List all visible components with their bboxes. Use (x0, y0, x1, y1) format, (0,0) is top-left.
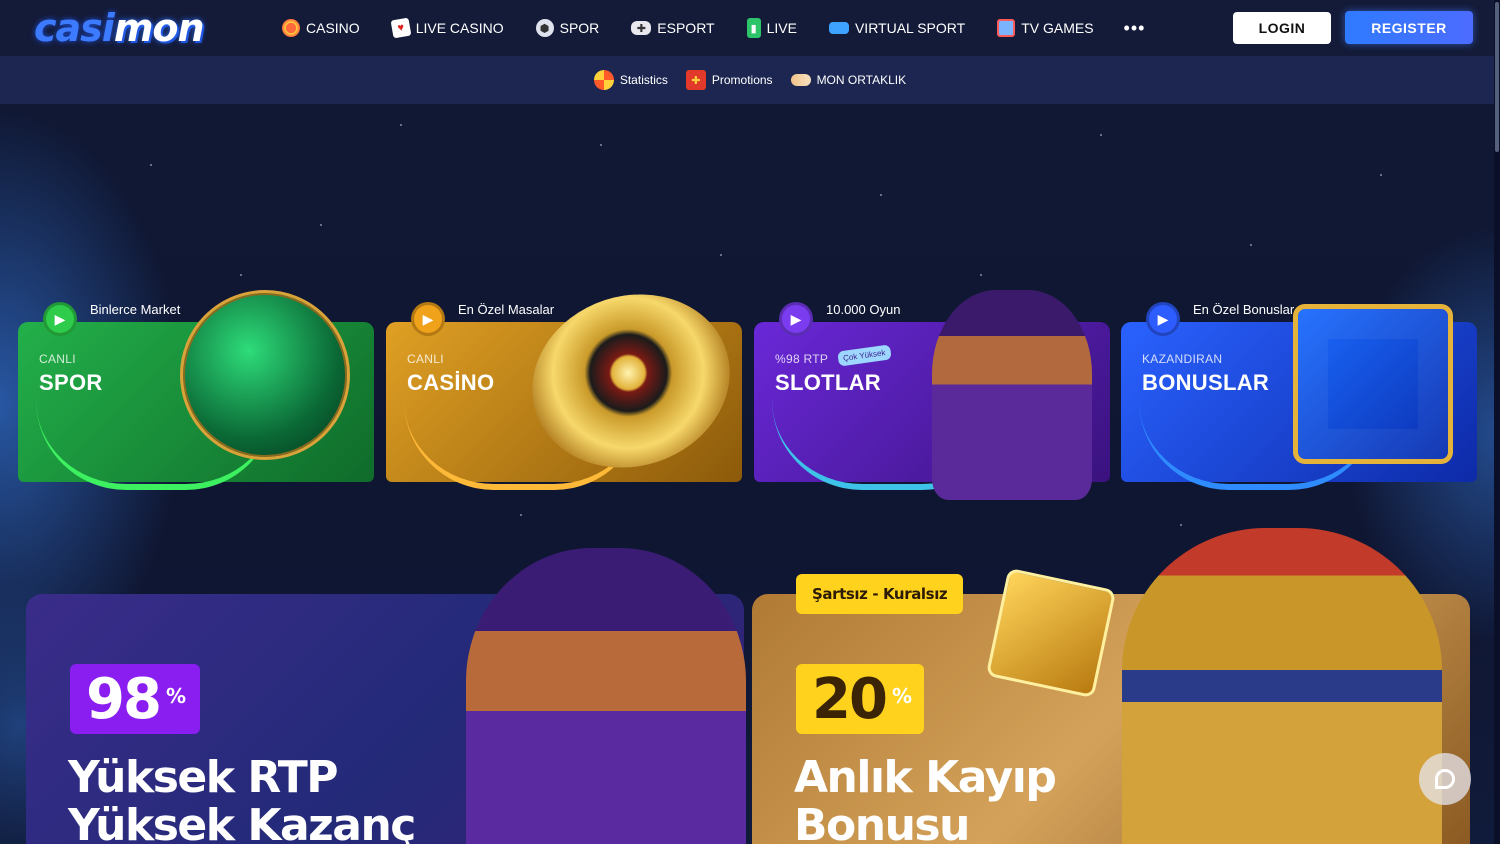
play-icon: ▶ (779, 302, 813, 336)
card-canli-spor[interactable]: ▶ Binlerce Market CANLI SPOR (18, 290, 374, 500)
cards-icon: ♥ (390, 17, 412, 39)
card-slotlar[interactable]: ▶ 10.000 Oyun %98 RTP Çok Yüksek SLOTLAR (754, 290, 1110, 500)
percent-sign: % (891, 684, 912, 708)
nav-virtual-sport[interactable]: VIRTUAL SPORT (828, 20, 965, 36)
casimon-logo[interactable]: casimon (34, 6, 205, 50)
promo-headline: Anlık Kayıp Bonusu (794, 752, 1057, 844)
bonus-percent-value: 20 (812, 666, 888, 732)
card-subtitle: KAZANDIRAN (1142, 352, 1223, 366)
card-canli-casino[interactable]: ▶ En Özel Masalar CANLI CASİNO (386, 269, 753, 500)
promo-rtp-banner[interactable]: 98 % Yüksek RTP Yüksek Kazanç (26, 548, 746, 844)
card-tagline: En Özel Bonuslar (1193, 302, 1295, 317)
pirate-art (932, 290, 1092, 500)
nav-esport[interactable]: ✚ ESPORT (631, 20, 715, 36)
top-navbar: casimon CASINO ♥ LIVE CASINO ⬢ SPOR ✚ ES… (0, 0, 1500, 56)
card-title: CASİNO (407, 370, 495, 395)
nav-casino[interactable]: CASINO (282, 19, 360, 37)
subnav-promotions[interactable]: ✚ Promotions (685, 70, 773, 90)
promo-headline: Yüksek RTP Yüksek Kazanç (68, 752, 416, 844)
percent-sign: % (165, 684, 186, 708)
promo-loss-bonus-banner[interactable]: Şartsız - Kuralsız 20 % Anlık Kayıp Bonu… (752, 528, 1470, 844)
nav-live[interactable]: ▮ LIVE (746, 18, 797, 38)
login-button[interactable]: LOGIN (1233, 12, 1331, 44)
chat-bubble-icon (1435, 769, 1455, 789)
bonus-percent-box: 20 % (796, 664, 924, 734)
sub-navbar: Statistics ✚ Promotions MON ORTAKLIK (0, 56, 1500, 104)
ticket-icon: ▮ (746, 18, 761, 38)
rtp-percent-value: 98 (86, 666, 162, 732)
card-tagline: En Özel Masalar (458, 302, 555, 317)
gamepad-icon: ✚ (631, 21, 652, 35)
nav-live-casino[interactable]: ♥ LIVE CASINO (390, 17, 504, 39)
play-icon: ▶ (43, 302, 77, 336)
nav-tv-games[interactable]: TV GAMES (997, 19, 1094, 37)
main-nav: CASINO ♥ LIVE CASINO ⬢ SPOR ✚ ESPORT ▮ L… (282, 0, 1145, 56)
subnav-mon-ortaklik[interactable]: MON ORTAKLIK (790, 73, 906, 87)
gift-icon: ✚ (685, 70, 706, 90)
soccer-ball-icon: ⬢ (535, 19, 554, 37)
play-icon: ▶ (411, 302, 445, 336)
scrollbar-thumb[interactable] (1495, 2, 1499, 152)
subnav-statistics[interactable]: Statistics (593, 70, 668, 90)
unconditional-chip: Şartsız - Kuralsız (796, 574, 964, 614)
tv-icon (997, 19, 1016, 37)
gift-box-art (1293, 304, 1453, 464)
card-tagline: Binlerce Market (90, 302, 181, 317)
vr-headset-icon (828, 22, 849, 34)
card-subtitle: CANLI (39, 352, 76, 366)
card-subtitle: CANLI (407, 352, 444, 366)
more-menu-button[interactable]: ••• (1124, 18, 1146, 39)
card-title: SLOTLAR (775, 370, 881, 395)
lollipop-icon (282, 19, 300, 37)
scrollbar[interactable] (1494, 0, 1500, 844)
gift-box-art (985, 567, 1117, 699)
play-icon: ▶ (1146, 302, 1180, 336)
card-title: BONUSLAR (1142, 370, 1270, 395)
card-bonuslar[interactable]: ▶ En Özel Bonuslar KAZANDIRAN BONUSLAR (1121, 290, 1477, 500)
pirate-promo-art (466, 548, 746, 844)
rtp-percent-box: 98 % (70, 664, 200, 734)
card-subtitle: %98 RTP (775, 352, 829, 366)
card-title: SPOR (39, 370, 103, 395)
nav-spor[interactable]: ⬢ SPOR (535, 19, 599, 37)
chat-button[interactable] (1419, 753, 1471, 805)
handshake-icon (790, 74, 811, 86)
card-tagline: 10.000 Oyun (826, 302, 901, 317)
register-button[interactable]: REGISTER (1345, 11, 1473, 44)
soccer-ball-art (180, 290, 350, 460)
wheel-icon (593, 70, 614, 90)
